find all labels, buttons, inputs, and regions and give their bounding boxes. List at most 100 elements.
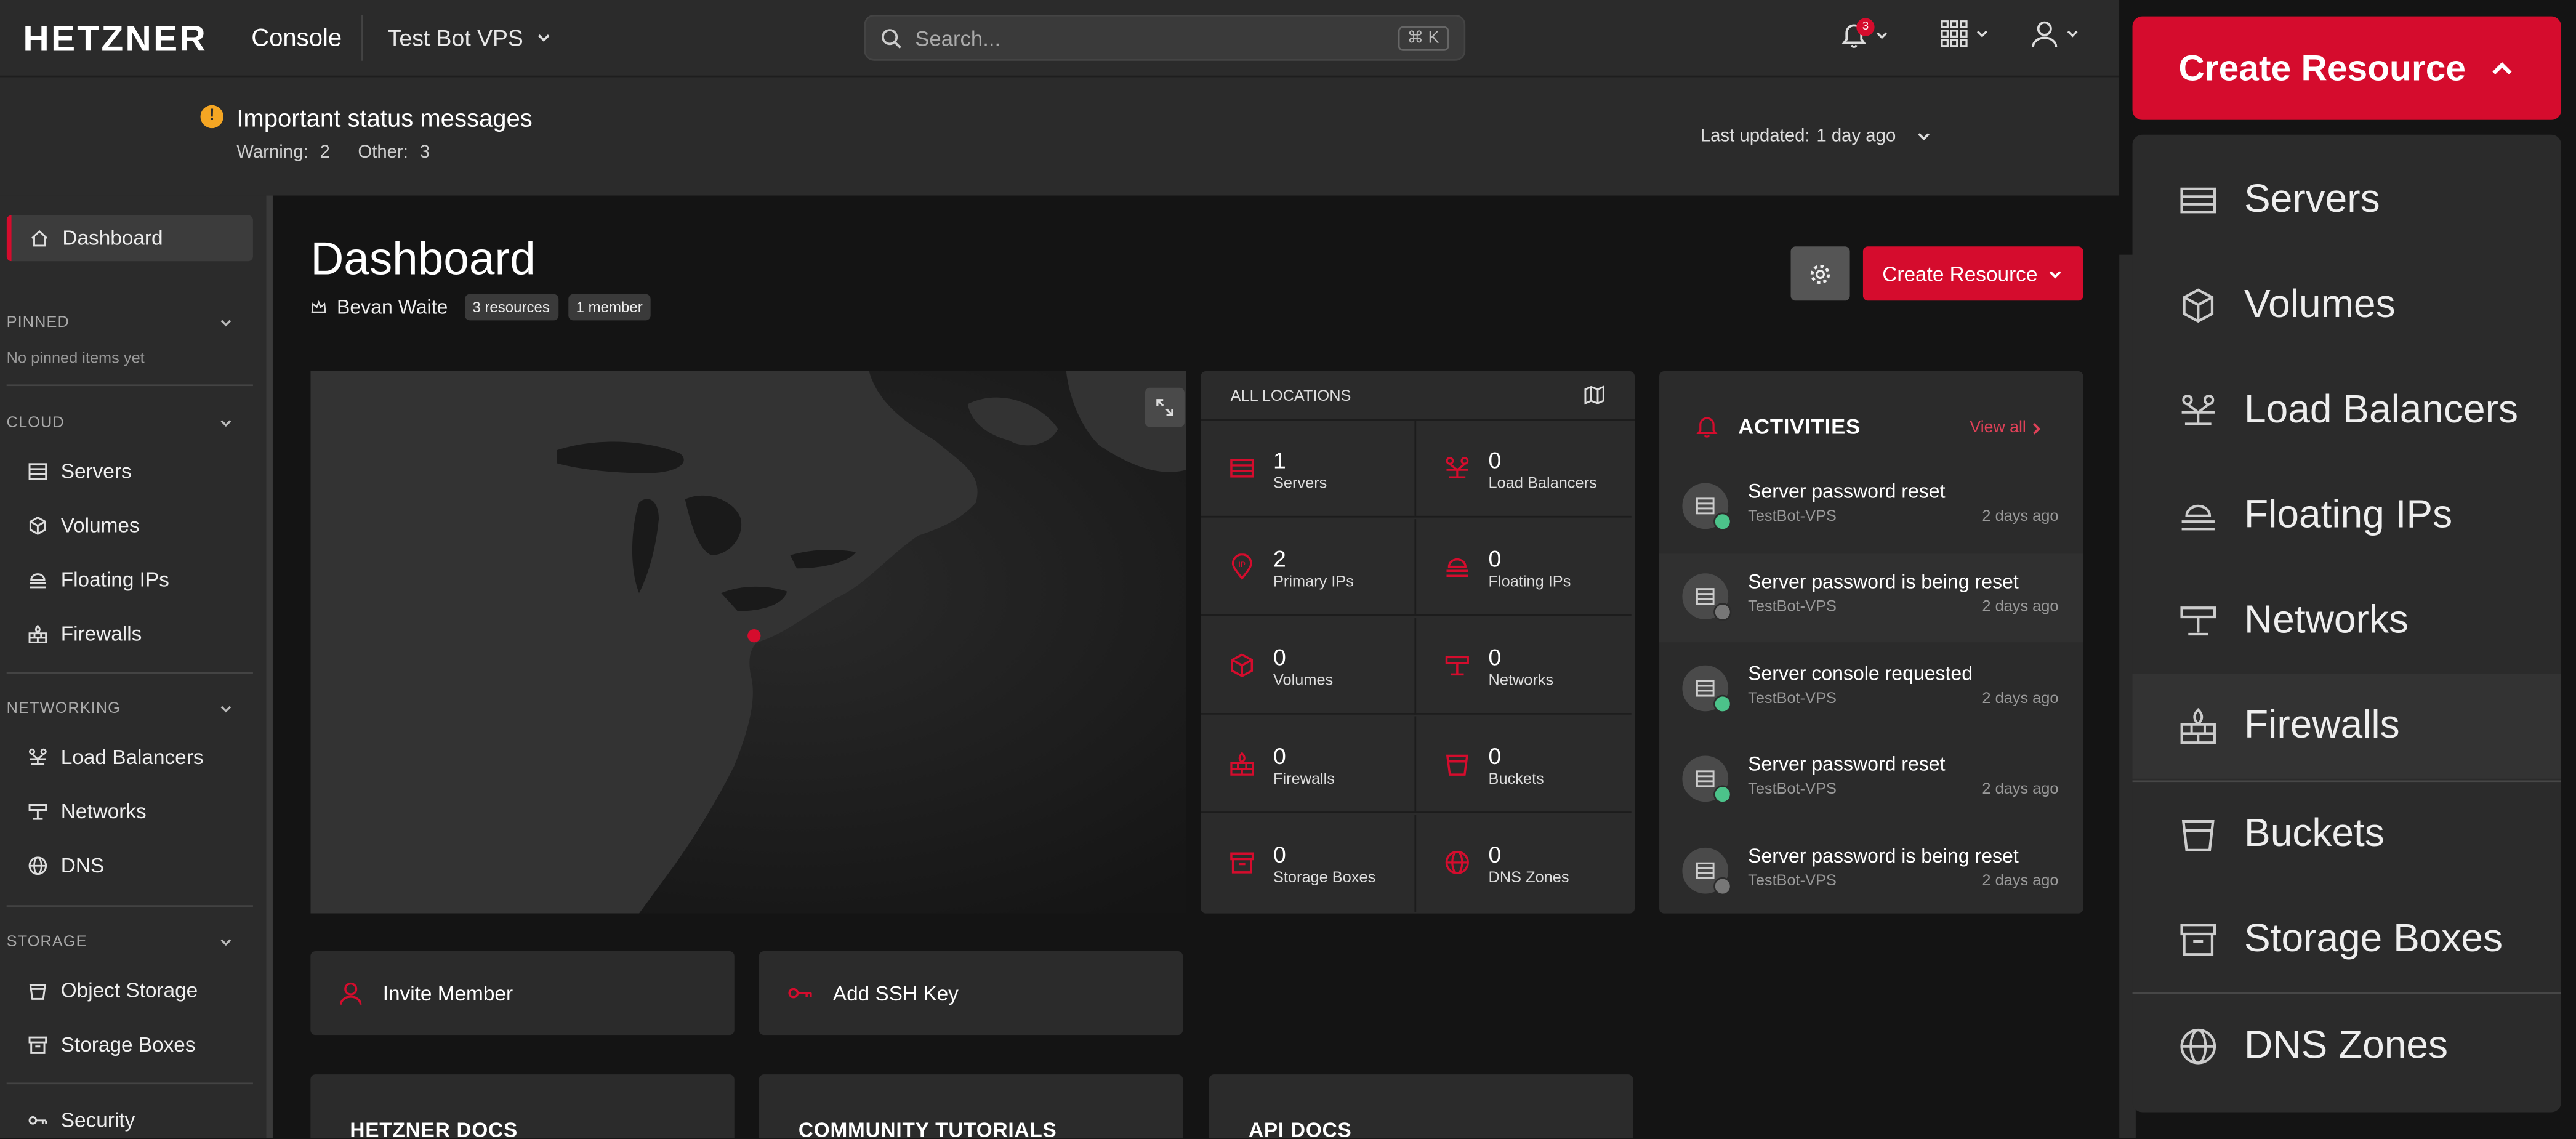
updated-label: Last updated:: [1700, 126, 1810, 147]
activity-row[interactable]: Server password reset TestBot-VPS 2 days…: [1659, 463, 2083, 552]
menu-item-servers[interactable]: Servers: [2133, 148, 2561, 253]
activity-success-icon: [1713, 694, 1732, 714]
community-tutorials-card[interactable]: COMMUNITY TUTORIALS: [759, 1074, 1183, 1139]
menu-item-load-balancers[interactable]: Load Balancers: [2133, 358, 2561, 464]
chevron-down-icon: [1877, 31, 1888, 39]
server-icon: [2180, 187, 2216, 214]
sidebar-section-pinned[interactable]: PINNED: [7, 314, 233, 332]
activity-name: Server console requested: [1748, 662, 1973, 685]
activity-row[interactable]: Server password is being reset TestBot-V…: [1659, 553, 2083, 643]
other-label: Other:: [358, 143, 408, 163]
invite-member-button[interactable]: Invite Member: [310, 951, 735, 1036]
map-icon[interactable]: [1584, 384, 1605, 406]
menu-item-label: Buckets: [2244, 811, 2385, 856]
resource-label: Floating IPs: [1488, 573, 1571, 592]
menu-item-firewalls[interactable]: Firewalls: [2132, 674, 2561, 779]
resource-label: Buckets: [1488, 770, 1544, 789]
activity-row[interactable]: Server password reset TestBot-VPS 2 days…: [1659, 736, 2083, 824]
sidebar-item-label: Servers: [60, 460, 132, 483]
project-owner-row: Bevan Waite 3 resources 1 member: [310, 294, 651, 321]
create-resource-button[interactable]: Create Resource: [1862, 246, 2083, 301]
project-switcher[interactable]: Test Bot VPS: [388, 25, 553, 51]
chevron-down-icon: [1976, 30, 1987, 38]
account-menu-button[interactable]: [2031, 20, 2080, 47]
other-count: 3: [419, 143, 430, 163]
activity-pending-icon: [1713, 877, 1732, 896]
resource-count-volumes[interactable]: 0 Volumes: [1201, 618, 1417, 715]
last-updated[interactable]: Last updated: 1 day ago: [1701, 126, 1932, 146]
sidebar-item-volumes[interactable]: Volumes: [7, 503, 253, 549]
resource-count-networks[interactable]: 0 Networks: [1416, 618, 1632, 715]
resource-count-floating-ips[interactable]: 0 Floating IPs: [1416, 519, 1632, 616]
activity-pending-icon: [1713, 603, 1732, 621]
menu-item-volumes[interactable]: Volumes: [2133, 253, 2561, 358]
chevron-down-icon: [2067, 30, 2078, 38]
resource-count-buckets[interactable]: 0 Buckets: [1416, 716, 1632, 813]
server-icon: [1696, 680, 1715, 697]
sidebar-scrollbar[interactable]: [266, 195, 273, 1139]
key-icon: [788, 988, 812, 999]
sidebar-section-cloud[interactable]: CLOUD: [7, 414, 233, 432]
sidebar-item-load-balancers[interactable]: Load Balancers: [7, 735, 253, 781]
chevron-down-icon: [220, 420, 231, 427]
sidebar-item-firewalls[interactable]: Firewalls: [7, 611, 253, 658]
resource-label: Networks: [1488, 672, 1554, 690]
menu-item-storage-boxes[interactable]: Storage Boxes: [2133, 887, 2561, 992]
hetzner-logo[interactable]: HETZNER: [23, 18, 207, 60]
sidebar-item-label: Security: [60, 1109, 135, 1132]
create-resource-label: Create Resource: [2178, 47, 2466, 88]
user-icon: [2032, 21, 2058, 47]
add-ssh-key-button[interactable]: Add SSH Key: [759, 951, 1183, 1036]
resource-count-servers[interactable]: 1 Servers: [1201, 421, 1417, 518]
activity-row[interactable]: Server console requested TestBot-VPS 2 d…: [1659, 646, 2083, 735]
api-docs-card[interactable]: API DOCS: [1209, 1074, 1633, 1139]
warning-count: 2: [320, 143, 330, 163]
map-expand-button[interactable]: [1145, 387, 1185, 427]
archive-icon: [1230, 852, 1254, 874]
resource-count-storage-boxes[interactable]: 0 Storage Boxes: [1201, 815, 1417, 912]
resource-count-firewalls[interactable]: 0 Firewalls: [1201, 716, 1417, 813]
resource-count-primary-ips[interactable]: IP 2 Primary IPs: [1201, 519, 1417, 616]
sidebar-section-networking[interactable]: NETWORKING: [7, 700, 233, 718]
network-icon: [1445, 656, 1469, 676]
resource-count: 1: [1273, 446, 1286, 473]
sidebar-item-storage-boxes[interactable]: Storage Boxes: [7, 1022, 253, 1068]
project-name: Test Bot VPS: [387, 25, 523, 51]
server-icon: [1230, 459, 1254, 478]
settings-button[interactable]: [1790, 246, 1850, 301]
apps-menu-button[interactable]: [1940, 20, 1989, 47]
sidebar-item-security[interactable]: Security: [7, 1097, 253, 1138]
sidebar-item-servers[interactable]: Servers: [7, 448, 253, 494]
menu-item-buckets[interactable]: Buckets: [2133, 782, 2561, 887]
resource-count-load-balancers[interactable]: 0 Load Balancers: [1416, 421, 1632, 518]
menu-item-label: Firewalls: [2244, 703, 2400, 748]
sidebar-item-object-storage[interactable]: Object Storage: [7, 968, 253, 1014]
menu-item-floating-ips[interactable]: Floating IPs: [2133, 463, 2561, 568]
create-resource-dropdown-button[interactable]: Create Resource: [2132, 16, 2561, 120]
resource-count-dns-zones[interactable]: 0 DNS Zones: [1416, 815, 1632, 912]
sidebar-item-dns[interactable]: DNS: [7, 843, 253, 889]
activity-row[interactable]: Server password is being reset TestBot-V…: [1659, 828, 2083, 917]
menu-item-networks[interactable]: Networks: [2133, 568, 2561, 674]
user-icon: [339, 982, 362, 1005]
sidebar-section-storage[interactable]: STORAGE: [7, 933, 233, 951]
search-shortcut: ⌘ K: [1397, 26, 1449, 51]
console-window: HETZNER Console Test Bot VPS ⌘ K 3: [0, 0, 2576, 1139]
sidebar-item-dashboard[interactable]: Dashboard: [6, 215, 253, 262]
load-balancer-icon: [1446, 457, 1469, 478]
view-all-activities-link[interactable]: View all: [1970, 419, 2042, 437]
menu-item-dns-zones[interactable]: DNS Zones: [2133, 994, 2561, 1099]
locations-map[interactable]: [310, 371, 1186, 914]
archive-icon: [28, 1036, 47, 1054]
global-search[interactable]: ⌘ K: [864, 15, 1466, 61]
chevron-down-icon: [2050, 270, 2062, 278]
globe-icon: [1445, 850, 1469, 874]
locations-title: ALL LOCATIONS: [1230, 387, 1351, 406]
sidebar-item-floating-ips[interactable]: Floating IPs: [7, 557, 253, 603]
hetzner-docs-card[interactable]: HETZNER DOCS: [310, 1074, 735, 1139]
console-label: Console: [251, 25, 342, 53]
status-messages-banner[interactable]: ! Important status messages Warning: 2 O…: [0, 77, 2120, 196]
sidebar-item-networks[interactable]: Networks: [7, 789, 253, 835]
search-input[interactable]: [915, 21, 1326, 55]
firewall-icon: [2180, 707, 2216, 744]
